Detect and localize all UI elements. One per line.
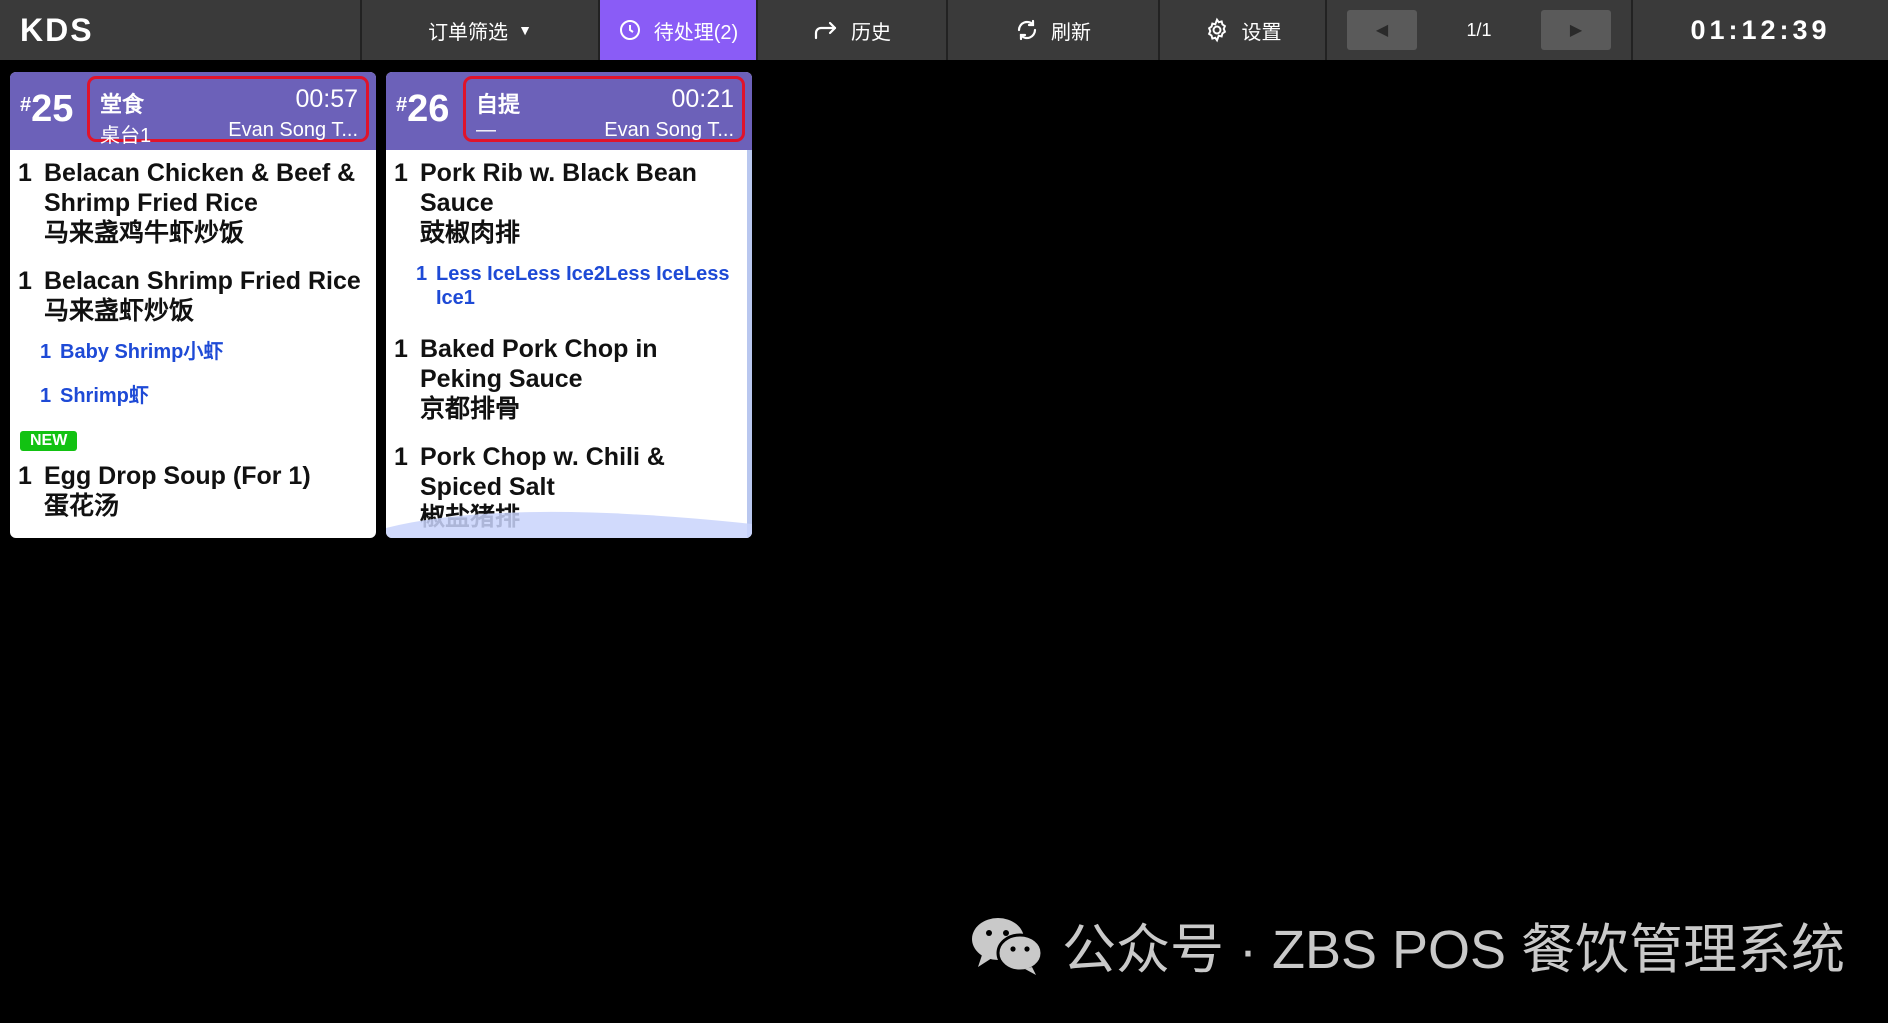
order-items: 1 Pork Rib w. Black Bean Sauce 豉椒肉排 1 Le…	[386, 150, 752, 532]
item-name-zh: 京都排骨	[420, 395, 521, 423]
order-filter-button[interactable]: 订单筛选 ▼	[362, 0, 600, 60]
clock: 01:12:39	[1690, 14, 1831, 45]
order-card[interactable]: #25 堂食 00:57 桌台1 Evan Song T... 1 Belaca…	[10, 72, 376, 538]
forward-arrow-icon	[813, 19, 839, 41]
order-info-box: 堂食 00:57 桌台1 Evan Song T...	[87, 76, 369, 147]
item-name: Pork Chop w. Chili & Spiced Salt	[420, 443, 665, 501]
order-table: —	[476, 119, 496, 141]
history-button[interactable]: 历史	[758, 0, 948, 60]
item-modifier: 1 Shrimp虾	[40, 385, 149, 407]
settings-button[interactable]: 设置	[1160, 0, 1327, 60]
card-scrollbar[interactable]	[747, 150, 752, 538]
watermark-text: 公众号 · ZBS POS 餐饮管理系统	[1062, 920, 1846, 980]
app-logo: KDS	[0, 0, 362, 60]
order-elapsed-time: 00:21	[671, 85, 734, 113]
clock-icon	[618, 18, 642, 42]
item-name-zh: 豉椒肉排	[420, 219, 521, 247]
item-name: Belacan Chicken & Beef & Shrimp Fried Ri…	[44, 159, 356, 217]
order-table: 桌台1	[100, 125, 152, 147]
order-number: #25	[20, 88, 74, 130]
watermark: 公众号 · ZBS POS 餐饮管理系统	[970, 905, 1845, 984]
order-type: 堂食	[100, 92, 145, 117]
top-bar: KDS 订单筛选 ▼ 待处理(2) 历史 刷新 设置 ◀ 1/1 ▶ 01:12…	[0, 0, 1888, 60]
gear-icon	[1204, 17, 1230, 43]
item-name: Baked Pork Chop in Peking Sauce	[420, 335, 658, 393]
page-indicator: 1/1	[1466, 19, 1492, 40]
order-staff: Evan Song T...	[228, 119, 358, 141]
refresh-icon	[1015, 18, 1039, 42]
order-info-box: 自提 00:21 — Evan Song T...	[463, 76, 745, 142]
order-staff: Evan Song T...	[604, 119, 734, 141]
order-items: 1 Belacan Chicken & Beef & Shrimp Fried …	[10, 150, 376, 521]
order-item[interactable]: 1 Egg Drop Soup (For 1) 蛋花汤	[18, 461, 368, 521]
pager: ◀ 1/1 ▶	[1327, 0, 1633, 60]
pending-tab[interactable]: 待处理(2)	[600, 0, 758, 60]
order-item[interactable]: 1 Belacan Chicken & Beef & Shrimp Fried …	[18, 158, 368, 248]
new-badge: NEW	[20, 431, 78, 451]
settings-label: 设置	[1241, 21, 1282, 44]
refresh-button[interactable]: 刷新	[948, 0, 1160, 60]
order-type: 自提	[476, 92, 521, 117]
order-card-header: #25 堂食 00:57 桌台1 Evan Song T...	[10, 72, 376, 150]
item-modifier: 1 Baby Shrimp小虾	[40, 341, 224, 363]
order-item[interactable]: 1 Baked Pork Chop in Peking Sauce 京都排骨	[394, 334, 744, 424]
order-elapsed-time: 00:57	[295, 85, 358, 113]
order-card[interactable]: #26 自提 00:21 — Evan Song T... 1 Pork Rib…	[386, 72, 752, 538]
refresh-label: 刷新	[1051, 21, 1091, 44]
order-filter-label: 订单筛选	[428, 21, 509, 44]
order-item[interactable]: 1 Pork Rib w. Black Bean Sauce 豉椒肉排	[394, 158, 744, 248]
history-label: 历史	[851, 21, 891, 44]
item-name-zh: 马来盏鸡牛虾炒饭	[44, 219, 245, 247]
caret-down-icon: ▼	[518, 22, 532, 38]
item-name: Egg Drop Soup (For 1)	[44, 462, 311, 490]
item-name: Belacan Shrimp Fried Rice	[44, 267, 361, 295]
item-name-zh: 马来盏虾炒饭	[44, 297, 195, 325]
prev-page-button[interactable]: ◀	[1347, 10, 1417, 50]
triangle-left-icon: ◀	[1375, 22, 1389, 39]
item-name-zh: 蛋花汤	[44, 492, 120, 520]
order-card-header: #26 自提 00:21 — Evan Song T...	[386, 72, 752, 150]
order-item[interactable]: 1 Belacan Shrimp Fried Rice 马来盏虾炒饭	[18, 266, 368, 326]
more-content-wave	[386, 511, 752, 538]
item-modifier: 1 Less IceLess Ice2Less IceLess Ice1	[416, 263, 730, 309]
pending-tab-label: 待处理(2)	[653, 21, 739, 44]
triangle-right-icon: ▶	[1569, 22, 1583, 39]
item-name: Pork Rib w. Black Bean Sauce	[420, 159, 697, 217]
order-number: #26	[396, 88, 450, 130]
next-page-button[interactable]: ▶	[1541, 10, 1611, 50]
wechat-icon	[970, 915, 1044, 975]
